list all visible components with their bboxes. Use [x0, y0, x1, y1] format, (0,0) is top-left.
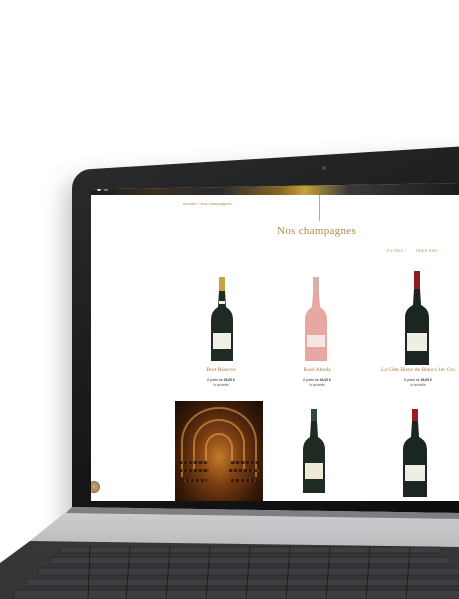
product-name[interactable]: La Côte Blanc de Blancs 1er Cru — [379, 367, 457, 374]
product-unit: la bouteille — [309, 383, 325, 387]
product-image[interactable] — [401, 409, 429, 499]
product-name[interactable]: Brut Réserve — [191, 367, 251, 374]
product-image-brut-reserve[interactable] — [209, 277, 235, 363]
webcam-icon — [322, 166, 326, 170]
product-price: À partir de 44,00 € — [303, 378, 331, 382]
title-divider — [319, 195, 320, 221]
help-chat-button[interactable]: ? — [91, 481, 100, 493]
laptop-keyboard-deck — [0, 507, 459, 599]
cellar-photo[interactable] — [175, 401, 263, 501]
product-image-rose-akoda[interactable] — [303, 277, 329, 363]
product-unit: la bouteille — [213, 383, 229, 387]
product-name[interactable]: Rosé Akoda — [287, 367, 347, 374]
product-card[interactable]: Brut Réserve À partir de 28,00 € la bout… — [191, 367, 251, 387]
sort-button[interactable]: TRIER PAR › — [415, 249, 439, 253]
page-title: Nos champagnes — [277, 225, 357, 237]
product-image[interactable] — [301, 409, 327, 495]
filter-bar: FILTRES › TRIER PAR › — [387, 249, 440, 253]
product-unit: la bouteille — [410, 383, 426, 387]
product-price: À partir de 28,00 € — [207, 378, 235, 382]
filter-button[interactable]: FILTRES › — [387, 249, 406, 253]
product-image-la-cote[interactable] — [403, 271, 431, 367]
product-price: À partir de 45,00 € — [404, 378, 432, 382]
product-card[interactable]: Rosé Akoda À partir de 44,00 € la boutei… — [287, 367, 347, 387]
product-card[interactable]: La Côte Blanc de Blancs 1er Cru À partir… — [379, 367, 457, 387]
laptop-screen: Accueil > Nos champagnes Nos champagnes … — [91, 183, 459, 501]
breadcrumb[interactable]: Accueil > Nos champagnes — [183, 201, 232, 206]
